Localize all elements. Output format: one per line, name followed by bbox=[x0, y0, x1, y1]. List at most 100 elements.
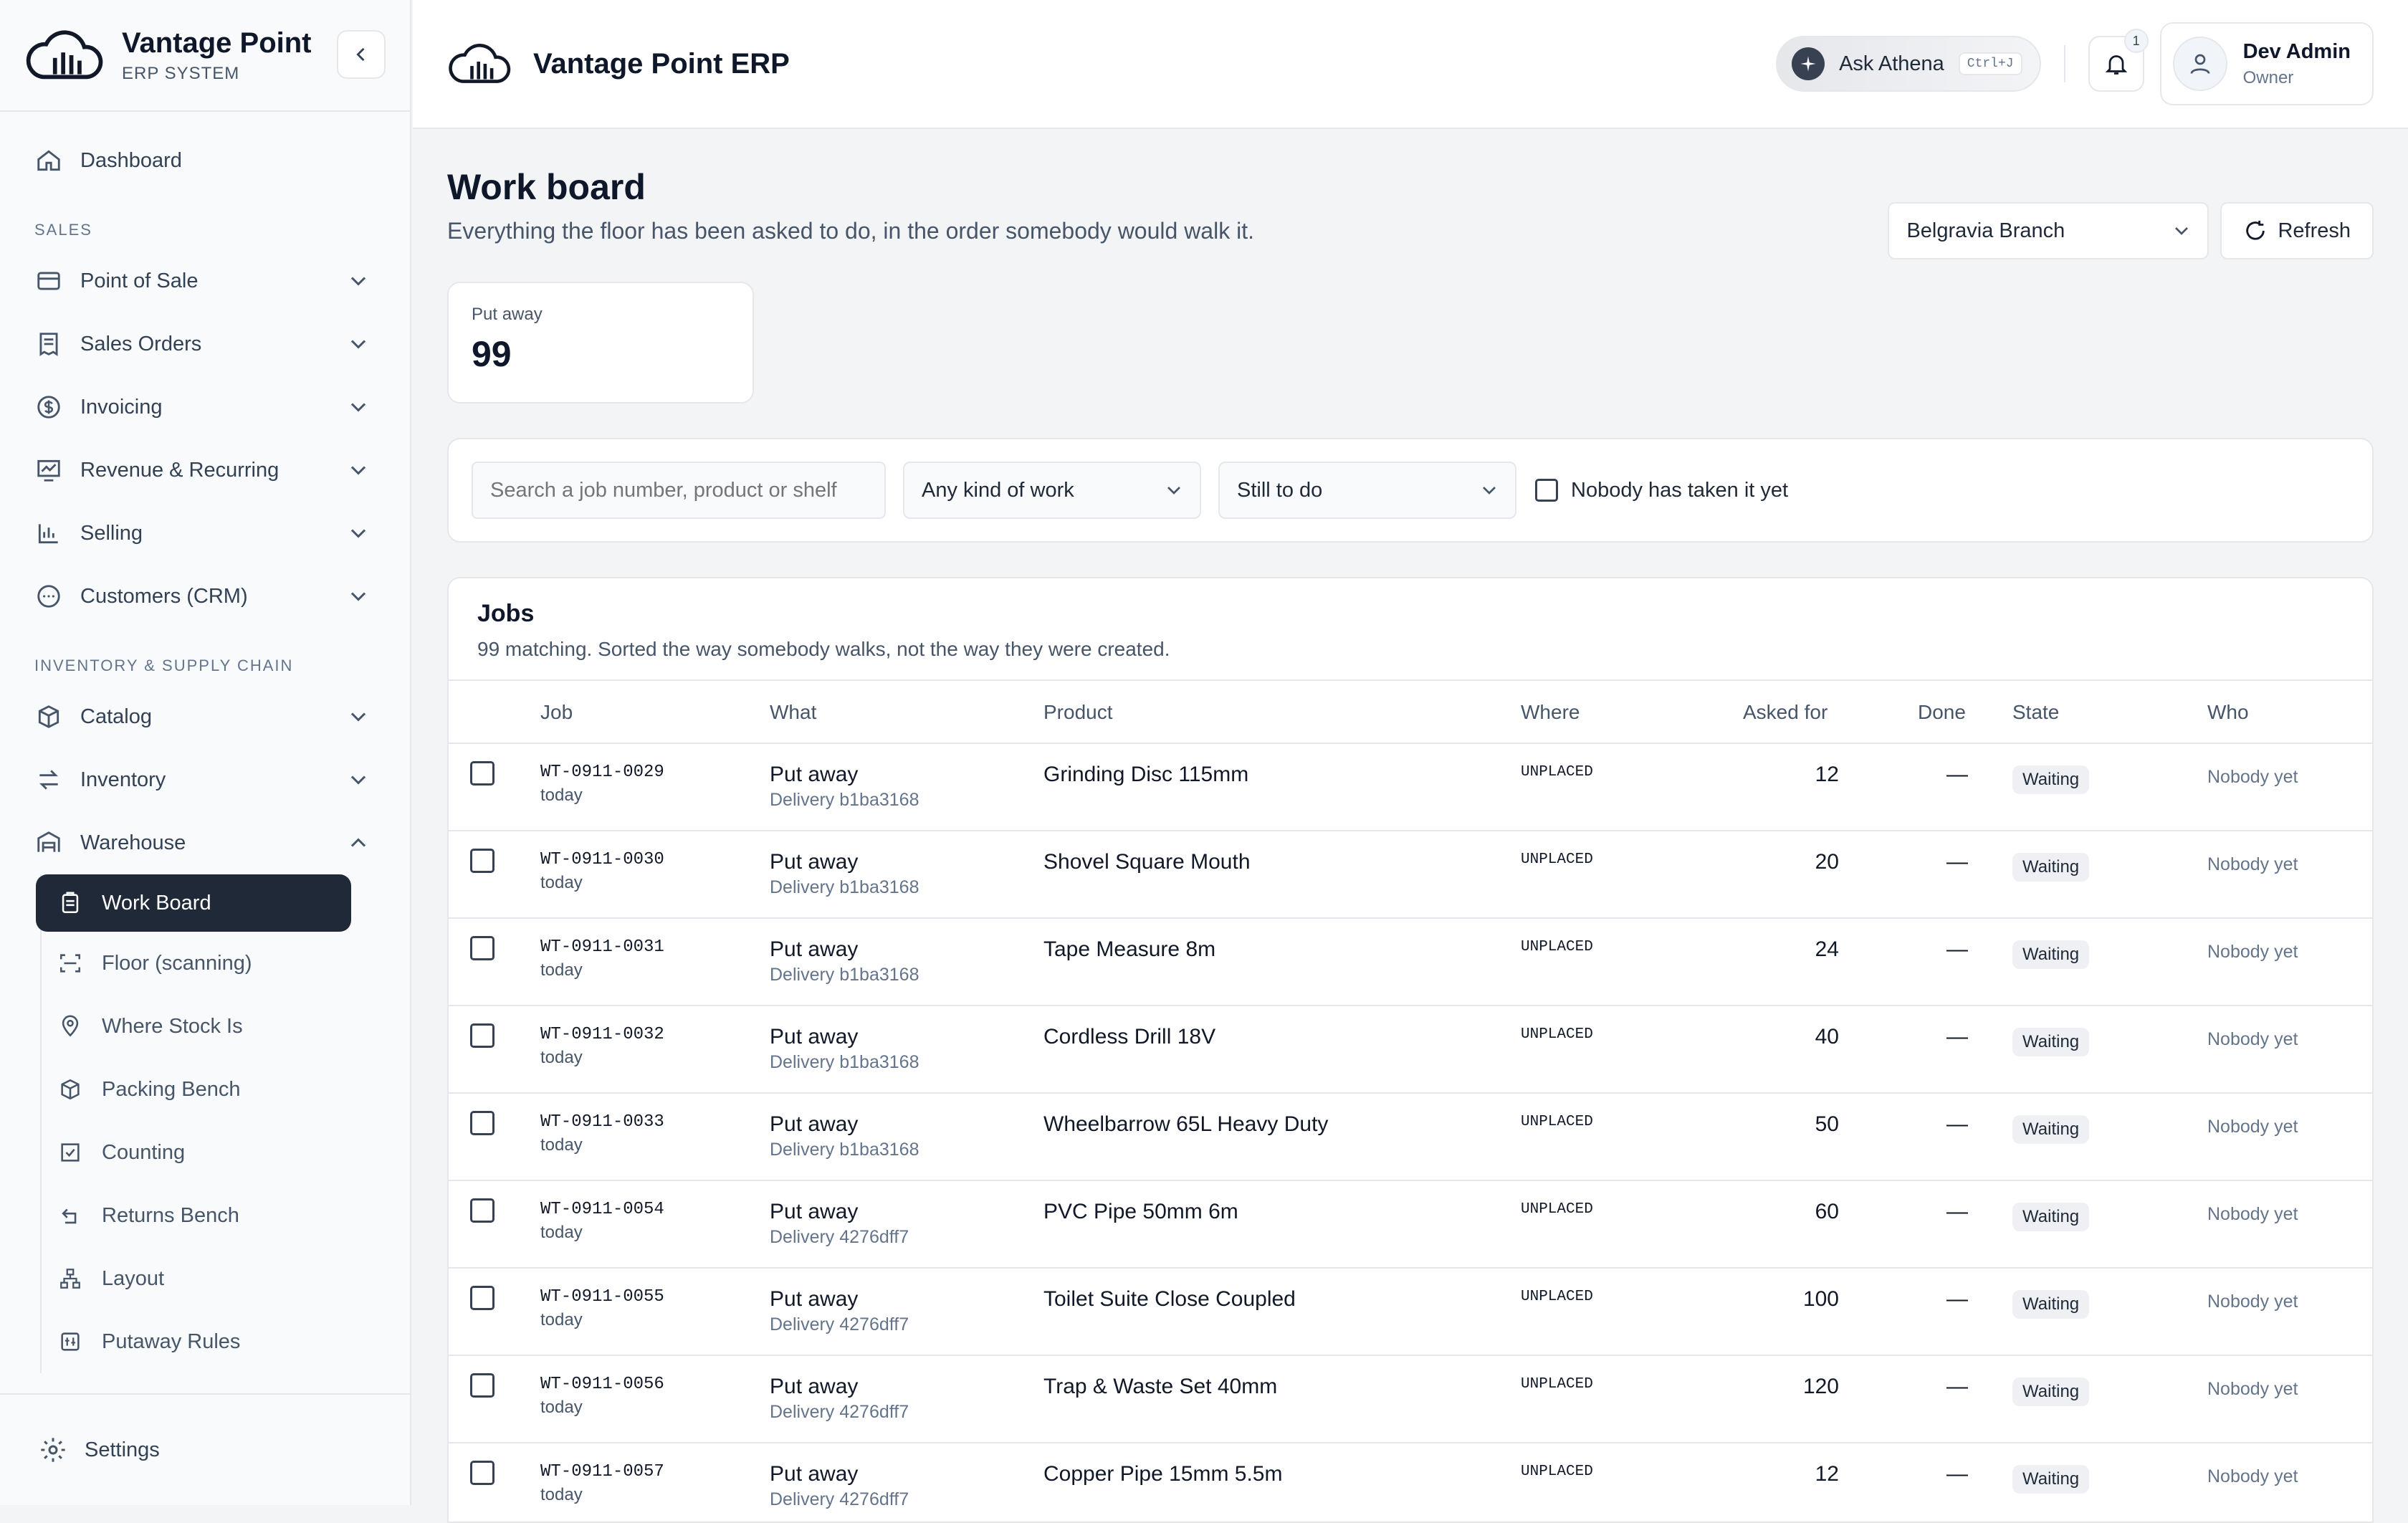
table-row[interactable]: WT-0911-0030todayPut awayDelivery b1ba31… bbox=[449, 831, 2372, 919]
work-type: Put away bbox=[770, 1462, 858, 1486]
branch-select[interactable]: Belgravia Branch bbox=[1888, 202, 2209, 259]
sidebar-item-work-board[interactable]: Work Board bbox=[36, 874, 351, 932]
sidebar-item-sales-orders[interactable]: Sales Orders bbox=[0, 312, 410, 376]
product-name: Cordless Drill 18V bbox=[1043, 1025, 1215, 1049]
product-name: Wheelbarrow 65L Heavy Duty bbox=[1043, 1112, 1328, 1137]
ask-athena-button[interactable]: Ask Athena Ctrl+J bbox=[1776, 36, 2041, 92]
assignee: Nobody yet bbox=[2207, 1029, 2298, 1050]
unassigned-checkbox[interactable] bbox=[1535, 479, 1558, 502]
column-header-state[interactable]: State bbox=[2012, 701, 2059, 724]
done-quantity: — bbox=[1946, 1200, 1968, 1224]
chevron-down-icon bbox=[1478, 479, 1501, 502]
sidebar-item-settings[interactable]: Settings bbox=[0, 1393, 410, 1505]
column-header-what[interactable]: What bbox=[770, 701, 816, 724]
work-source: Delivery 4276dff7 bbox=[770, 1402, 909, 1423]
sidebar-item-inventory[interactable]: Inventory bbox=[0, 748, 410, 811]
table-row[interactable]: WT-0911-0032todayPut awayDelivery b1ba31… bbox=[449, 1006, 2372, 1094]
sidebar-item-label: Layout bbox=[102, 1267, 164, 1291]
row-checkbox[interactable] bbox=[470, 1198, 494, 1223]
user-role: Owner bbox=[2243, 68, 2351, 88]
row-checkbox[interactable] bbox=[470, 761, 494, 786]
chevron-down-icon bbox=[345, 583, 371, 609]
sidebar-item-layout[interactable]: Layout bbox=[36, 1247, 351, 1310]
assignee: Nobody yet bbox=[2207, 767, 2298, 788]
assignee: Nobody yet bbox=[2207, 1466, 2298, 1487]
row-checkbox[interactable] bbox=[470, 1373, 494, 1398]
asked-quantity: 24 bbox=[1815, 937, 1839, 962]
job-number: WT-0911-0029 bbox=[540, 763, 664, 782]
sidebar-item-dashboard[interactable]: Dashboard bbox=[0, 129, 410, 192]
sidebar-item-where-stock-is[interactable]: Where Stock Is bbox=[36, 995, 351, 1058]
receipt-icon bbox=[35, 330, 62, 358]
chevron-down-icon bbox=[345, 520, 371, 546]
refresh-button[interactable]: Refresh bbox=[2220, 202, 2374, 259]
unassigned-filter[interactable]: Nobody has taken it yet bbox=[1535, 479, 1788, 502]
state-select[interactable]: Still to do bbox=[1218, 462, 1516, 519]
work-source: Delivery b1ba3168 bbox=[770, 877, 919, 898]
column-header-done[interactable]: Done bbox=[1918, 701, 1966, 724]
asked-quantity: 20 bbox=[1815, 850, 1839, 874]
job-date: today bbox=[540, 1398, 583, 1418]
row-checkbox[interactable] bbox=[470, 1286, 494, 1310]
search-input[interactable] bbox=[472, 462, 886, 519]
sidebar-item-selling[interactable]: Selling bbox=[0, 502, 410, 565]
sidebar-item-floor-scanning[interactable]: Floor (scanning) bbox=[36, 932, 351, 995]
collapse-sidebar-button[interactable] bbox=[337, 30, 386, 79]
cloud-logo-icon bbox=[447, 39, 513, 88]
table-row[interactable]: WT-0911-0055todayPut awayDelivery 4276df… bbox=[449, 1269, 2372, 1356]
sidebar-item-label: Packing Bench bbox=[102, 1078, 240, 1102]
dollar-icon bbox=[35, 393, 62, 421]
sidebar-item-label: Putaway Rules bbox=[102, 1330, 240, 1354]
table-row[interactable]: WT-0911-0054todayPut awayDelivery 4276df… bbox=[449, 1181, 2372, 1269]
sidebar-item-packing-bench[interactable]: Packing Bench bbox=[36, 1058, 351, 1121]
location: UNPLACED bbox=[1521, 1464, 1593, 1480]
row-checkbox[interactable] bbox=[470, 1461, 494, 1485]
sidebar-item-putaway-rules[interactable]: Putaway Rules bbox=[36, 1310, 351, 1373]
job-date: today bbox=[540, 1048, 583, 1068]
product-name: Copper Pipe 15mm 5.5m bbox=[1043, 1462, 1283, 1486]
sidebar-item-catalog[interactable]: Catalog bbox=[0, 685, 410, 748]
location: UNPLACED bbox=[1521, 851, 1593, 868]
sidebar-item-customers-crm[interactable]: Customers (CRM) bbox=[0, 565, 410, 628]
table-row[interactable]: WT-0911-0031todayPut awayDelivery b1ba31… bbox=[449, 919, 2372, 1006]
job-date: today bbox=[540, 1223, 583, 1243]
user-icon bbox=[2187, 51, 2213, 77]
chevron-down-icon bbox=[345, 704, 371, 730]
sidebar-item-warehouse[interactable]: Warehouse bbox=[0, 811, 410, 874]
trend-icon bbox=[35, 457, 62, 484]
notifications-button[interactable]: 1 bbox=[2088, 36, 2144, 92]
table-header: Job What Product Where Asked for Done St… bbox=[449, 681, 2372, 744]
jobs-table-card: Jobs 99 matching. Sorted the way somebod… bbox=[447, 577, 2374, 1523]
done-quantity: — bbox=[1946, 850, 1968, 874]
done-quantity: — bbox=[1946, 763, 1968, 787]
sidebar-item-revenue-recurring[interactable]: Revenue & Recurring bbox=[0, 439, 410, 502]
table-row[interactable]: WT-0911-0029todayPut awayDelivery b1ba31… bbox=[449, 744, 2372, 831]
clipboard-icon bbox=[58, 891, 82, 915]
sidebar-item-point-of-sale[interactable]: Point of Sale bbox=[0, 249, 410, 312]
app-title: Vantage Point ERP bbox=[533, 48, 790, 80]
assignee: Nobody yet bbox=[2207, 942, 2298, 963]
table-row[interactable]: WT-0911-0057todayPut awayDelivery 4276df… bbox=[449, 1443, 2372, 1523]
table-row[interactable]: WT-0911-0056todayPut awayDelivery 4276df… bbox=[449, 1356, 2372, 1443]
work-kind-select[interactable]: Any kind of work bbox=[903, 462, 1201, 519]
table-row[interactable]: WT-0911-0033todayPut awayDelivery b1ba31… bbox=[449, 1094, 2372, 1181]
user-menu-button[interactable]: Dev Admin Owner bbox=[2160, 22, 2374, 105]
sidebar-item-counting[interactable]: Counting bbox=[36, 1121, 351, 1184]
status-badge: Waiting bbox=[2012, 1203, 2089, 1231]
row-checkbox[interactable] bbox=[470, 849, 494, 873]
column-header-who[interactable]: Who bbox=[2207, 701, 2249, 724]
stat-card-put-away[interactable]: Put away 99 bbox=[447, 282, 754, 404]
sidebar-item-invoicing[interactable]: Invoicing bbox=[0, 376, 410, 439]
refresh-icon bbox=[2243, 219, 2268, 243]
column-header-asked-for[interactable]: Asked for bbox=[1743, 701, 1828, 724]
row-checkbox[interactable] bbox=[470, 936, 494, 960]
row-checkbox[interactable] bbox=[470, 1023, 494, 1048]
sidebar-item-returns-bench[interactable]: Returns Bench bbox=[36, 1184, 351, 1247]
card-icon bbox=[35, 267, 62, 295]
package-icon bbox=[58, 1077, 82, 1102]
row-checkbox[interactable] bbox=[470, 1111, 494, 1135]
column-header-job[interactable]: Job bbox=[540, 701, 573, 724]
column-header-where[interactable]: Where bbox=[1521, 701, 1580, 724]
column-header-product[interactable]: Product bbox=[1043, 701, 1113, 724]
job-date: today bbox=[540, 873, 583, 893]
